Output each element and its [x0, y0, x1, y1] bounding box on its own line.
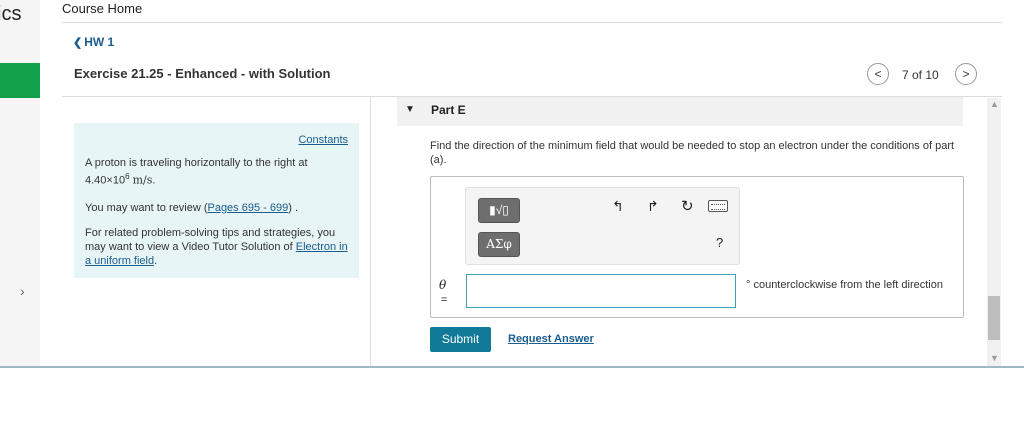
answer-input[interactable]: [466, 274, 736, 308]
equals-sign: =: [441, 294, 448, 306]
reset-icon[interactable]: ↻: [681, 197, 694, 215]
assignment-back-label: HW 1: [84, 35, 115, 49]
page: ics › Course Home ❮HW 1 Exercise 21.25 -…: [0, 0, 1024, 425]
scroll-up-icon[interactable]: ▲: [990, 99, 999, 109]
problem-info-panel: Constants A proton is traveling horizont…: [74, 123, 359, 278]
review-prefix: You may want to review (: [85, 202, 208, 214]
answer-box: ▮√▯ ΑΣφ ↰ ↱ ↻ ? θ = ° counterclockwise f…: [430, 176, 964, 318]
bottom-divider: [0, 366, 1024, 368]
tips-suffix: .: [154, 255, 158, 267]
redo-icon[interactable]: ↱: [647, 198, 659, 215]
prev-item-button[interactable]: <: [867, 63, 889, 85]
top-divider: [62, 22, 1002, 23]
rail-brand-text: ics: [0, 3, 22, 25]
part-label: Part E: [431, 103, 466, 117]
speed-exponent: 6: [125, 172, 130, 181]
math-toolbar: ▮√▯ ΑΣφ ↰ ↱ ↻ ?: [465, 187, 740, 265]
left-rail: ics ›: [0, 0, 40, 366]
scrollbar[interactable]: ▲ ▼: [987, 98, 1001, 366]
rail-active-marker[interactable]: [0, 63, 40, 98]
assignment-back-link[interactable]: ❮ HW 1: [73, 35, 114, 49]
answer-units: ° counterclockwise from the left directi…: [746, 279, 943, 291]
exercise-title: Exercise 21.25 - Enhanced - with Solutio…: [74, 66, 331, 81]
undo-icon[interactable]: ↰: [612, 198, 624, 215]
speed-suffix: .: [152, 174, 156, 187]
scroll-down-icon[interactable]: ▼: [990, 353, 999, 363]
request-answer-link[interactable]: Request Answer: [508, 333, 594, 345]
speed-unit: m/s: [132, 173, 153, 187]
help-icon[interactable]: ?: [716, 235, 723, 250]
submit-button[interactable]: Submit: [430, 327, 491, 352]
scroll-thumb[interactable]: [988, 296, 1000, 340]
rail-expand-icon[interactable]: ›: [20, 283, 25, 299]
collapse-caret-icon[interactable]: ▼: [405, 104, 415, 115]
review-line: You may want to review (Pages 695 - 699)…: [85, 201, 353, 215]
part-e-header[interactable]: ▼ Part E: [397, 97, 963, 126]
problem-text: A proton is traveling horizontally to th…: [85, 157, 308, 169]
speed-value: 4.40×10: [85, 174, 126, 187]
greek-symbols-button[interactable]: ΑΣφ: [478, 232, 520, 257]
tips-line: For related problem-solving tips and str…: [85, 226, 353, 268]
next-item-button[interactable]: >: [955, 63, 977, 85]
chevron-left-icon: ❮: [73, 37, 83, 49]
item-position: 7 of 10: [902, 68, 939, 82]
course-home-link[interactable]: Course Home: [62, 1, 142, 16]
pages-link[interactable]: Pages 695 - 699: [207, 202, 288, 214]
question-text: Find the direction of the minimum field …: [430, 140, 955, 166]
templates-button[interactable]: ▮√▯: [478, 198, 520, 223]
constants-link[interactable]: Constants: [298, 134, 348, 146]
keyboard-icon[interactable]: [708, 200, 728, 212]
theta-variable: θ: [439, 278, 447, 292]
problem-statement: A proton is traveling horizontally to th…: [85, 156, 353, 188]
review-suffix: ) .: [288, 202, 298, 214]
column-divider: [370, 96, 371, 366]
